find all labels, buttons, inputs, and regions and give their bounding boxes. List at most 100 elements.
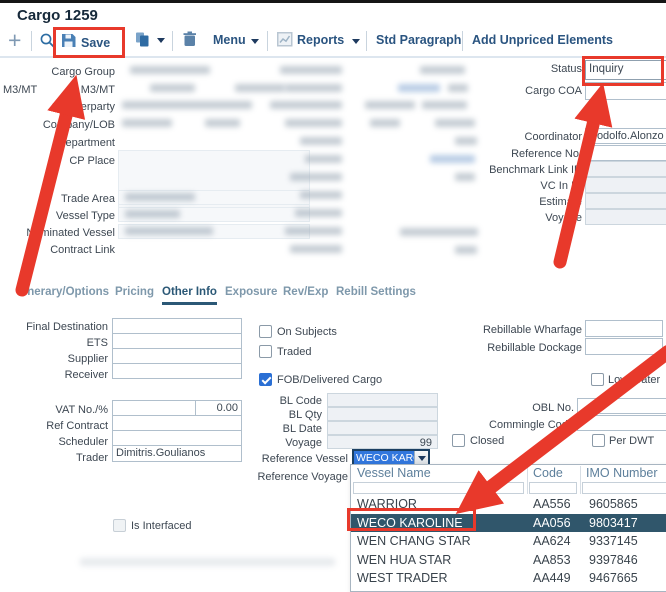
- contract-link-label: Contract Link: [0, 244, 115, 256]
- reference-no-input[interactable]: [585, 145, 666, 161]
- trader-label: Trader: [0, 452, 108, 464]
- save-button[interactable]: Save: [61, 33, 110, 53]
- cargo-coa-input[interactable]: [585, 82, 666, 100]
- reference-vessel-label: Reference Vessel: [240, 453, 348, 465]
- add-unpriced-elements-button[interactable]: Add Unpriced Elements: [472, 33, 613, 47]
- code-cell: AA449: [526, 569, 579, 588]
- vessel-name-cell: WEST TRADER: [351, 569, 526, 588]
- imo-cell: 9337145: [579, 532, 666, 551]
- vessel-row[interactable]: WEST TRADER AA449 9467665: [351, 569, 666, 588]
- imo-filter-input[interactable]: [582, 482, 666, 494]
- vessel-row[interactable]: WESTERN DURBAN AA874 9709921: [351, 588, 666, 592]
- ets-label: ETS: [0, 337, 108, 349]
- column-header-code[interactable]: Code: [533, 466, 563, 480]
- vessel-row-selected[interactable]: WECO KAROLINE AA056 9803417: [351, 514, 666, 533]
- save-icon: [61, 33, 76, 53]
- is-interfaced-checkbox[interactable]: [113, 519, 126, 532]
- reports-caret-icon: [352, 39, 360, 44]
- voyage-label: Voyage: [230, 437, 322, 449]
- ref-contract-input[interactable]: [112, 415, 242, 431]
- vat-label: VAT No./%: [0, 404, 108, 416]
- imo-cell: 9397846: [579, 551, 666, 570]
- rebillable-wharfage-input[interactable]: [585, 320, 663, 337]
- tab-pricing[interactable]: Pricing: [115, 286, 154, 298]
- vessel-dropdown-panel: Vessel Name Code IMO Number WARRIOR AA55…: [350, 464, 666, 592]
- closed-checkbox[interactable]: [452, 434, 465, 447]
- tab-other-info[interactable]: Other Info: [162, 286, 217, 305]
- rebillable-dockage-input[interactable]: [585, 338, 663, 355]
- save-label: Save: [81, 36, 110, 50]
- commingle-code-input[interactable]: [577, 415, 666, 431]
- on-subjects-checkbox[interactable]: [259, 325, 272, 338]
- code-cell: AA874: [526, 588, 579, 592]
- column-header-imo-number[interactable]: IMO Number: [586, 466, 658, 480]
- imo-cell: 9709921: [579, 588, 666, 592]
- code-filter-input[interactable]: [529, 482, 577, 494]
- tab-exposure[interactable]: Exposure: [225, 286, 277, 298]
- low-water-label: Low Water: [608, 374, 660, 386]
- copy-dropdown-caret-icon[interactable]: [157, 38, 165, 43]
- vessel-type-label: Vessel Type: [0, 210, 115, 222]
- vat-no-input[interactable]: [112, 400, 196, 416]
- bl-qty-label: BL Qty: [230, 409, 322, 421]
- status-input[interactable]: Inquiry: [585, 60, 666, 80]
- coordinator-label: Coordinator: [440, 131, 582, 143]
- search-icon[interactable]: [39, 32, 56, 54]
- vessel-name-cell: WEN CHANG STAR: [351, 532, 526, 551]
- vessel-name-filter-input[interactable]: [353, 482, 524, 494]
- menu-button[interactable]: Menu: [213, 33, 246, 47]
- cargo-window: Cargo 1259 + Save Menu Reports Std Parag…: [0, 0, 666, 592]
- company-lob-label: Company/LOB: [0, 119, 115, 131]
- toolbar-separator: [31, 31, 32, 51]
- imo-cell: 9803417: [579, 514, 666, 533]
- combobox-dropdown-button[interactable]: [414, 451, 428, 465]
- code-cell: AA853: [526, 551, 579, 570]
- ets-input[interactable]: [112, 333, 242, 349]
- cargo-coa-label: Cargo COA: [440, 85, 582, 97]
- traded-label: Traded: [277, 346, 311, 358]
- vessel-row[interactable]: WEN HUA STAR AA853 9397846: [351, 551, 666, 570]
- vessel-row[interactable]: WARRIOR AA556 9605865: [351, 495, 666, 514]
- fob-delivered-cargo-checkbox[interactable]: [259, 373, 272, 386]
- bl-date-input: [327, 421, 438, 435]
- obl-no-input[interactable]: [577, 398, 666, 414]
- bl-code-label: BL Code: [230, 395, 322, 407]
- vessel-row[interactable]: WEN CHANG STAR AA624 9337145: [351, 532, 666, 551]
- copy-icon[interactable]: [134, 31, 152, 53]
- closed-label: Closed: [470, 435, 504, 447]
- scheduler-input[interactable]: [112, 430, 242, 446]
- nominated-vessel-label: Nominated Vessel: [0, 227, 115, 239]
- toolbar-divider: [0, 56, 666, 58]
- low-water-checkbox[interactable]: [591, 373, 604, 386]
- supplier-input[interactable]: [112, 348, 242, 364]
- rebillable-wharfage-label: Rebillable Wharfage: [460, 324, 582, 336]
- on-subjects-label: On Subjects: [277, 326, 337, 338]
- trader-input[interactable]: Dimitris.Goulianos: [112, 445, 242, 462]
- receiver-label: Receiver: [0, 369, 108, 381]
- vc-in-id-label: VC In ID: [440, 180, 582, 192]
- reference-voyage-label: Reference Voyage: [240, 471, 348, 483]
- toolbar-separator: [172, 31, 173, 51]
- toolbar-separator: [462, 31, 463, 51]
- final-destination-input[interactable]: [112, 318, 242, 334]
- tab-rev-exp[interactable]: Rev/Exp: [283, 286, 328, 298]
- add-icon[interactable]: +: [8, 27, 21, 54]
- m3mt-label-2: M3/MT: [0, 84, 115, 96]
- std-paragraph-button[interactable]: Std Paragraph: [376, 33, 461, 47]
- reports-button[interactable]: Reports: [297, 33, 344, 47]
- traded-checkbox[interactable]: [259, 345, 272, 358]
- vessel-list: WARRIOR AA556 9605865 WECO KAROLINE AA05…: [351, 495, 666, 592]
- code-cell: AA624: [526, 532, 579, 551]
- department-label: Department: [0, 137, 115, 149]
- code-cell: AA556: [526, 495, 579, 514]
- column-header-vessel-name[interactable]: Vessel Name: [357, 466, 431, 480]
- coordinator-input[interactable]: Rodolfo.Alonzo: [585, 128, 666, 144]
- per-dwt-checkbox[interactable]: [592, 434, 605, 447]
- tab-rebill-settings[interactable]: Rebill Settings: [336, 286, 416, 298]
- tab-itinerary-options[interactable]: Itinerary/Options: [17, 286, 109, 298]
- column-separator: [580, 466, 581, 494]
- is-interfaced-label: Is Interfaced: [131, 520, 192, 532]
- receiver-input[interactable]: [112, 363, 242, 379]
- commingle-code-label: Commingle Code: [460, 419, 574, 431]
- delete-icon[interactable]: [183, 31, 197, 52]
